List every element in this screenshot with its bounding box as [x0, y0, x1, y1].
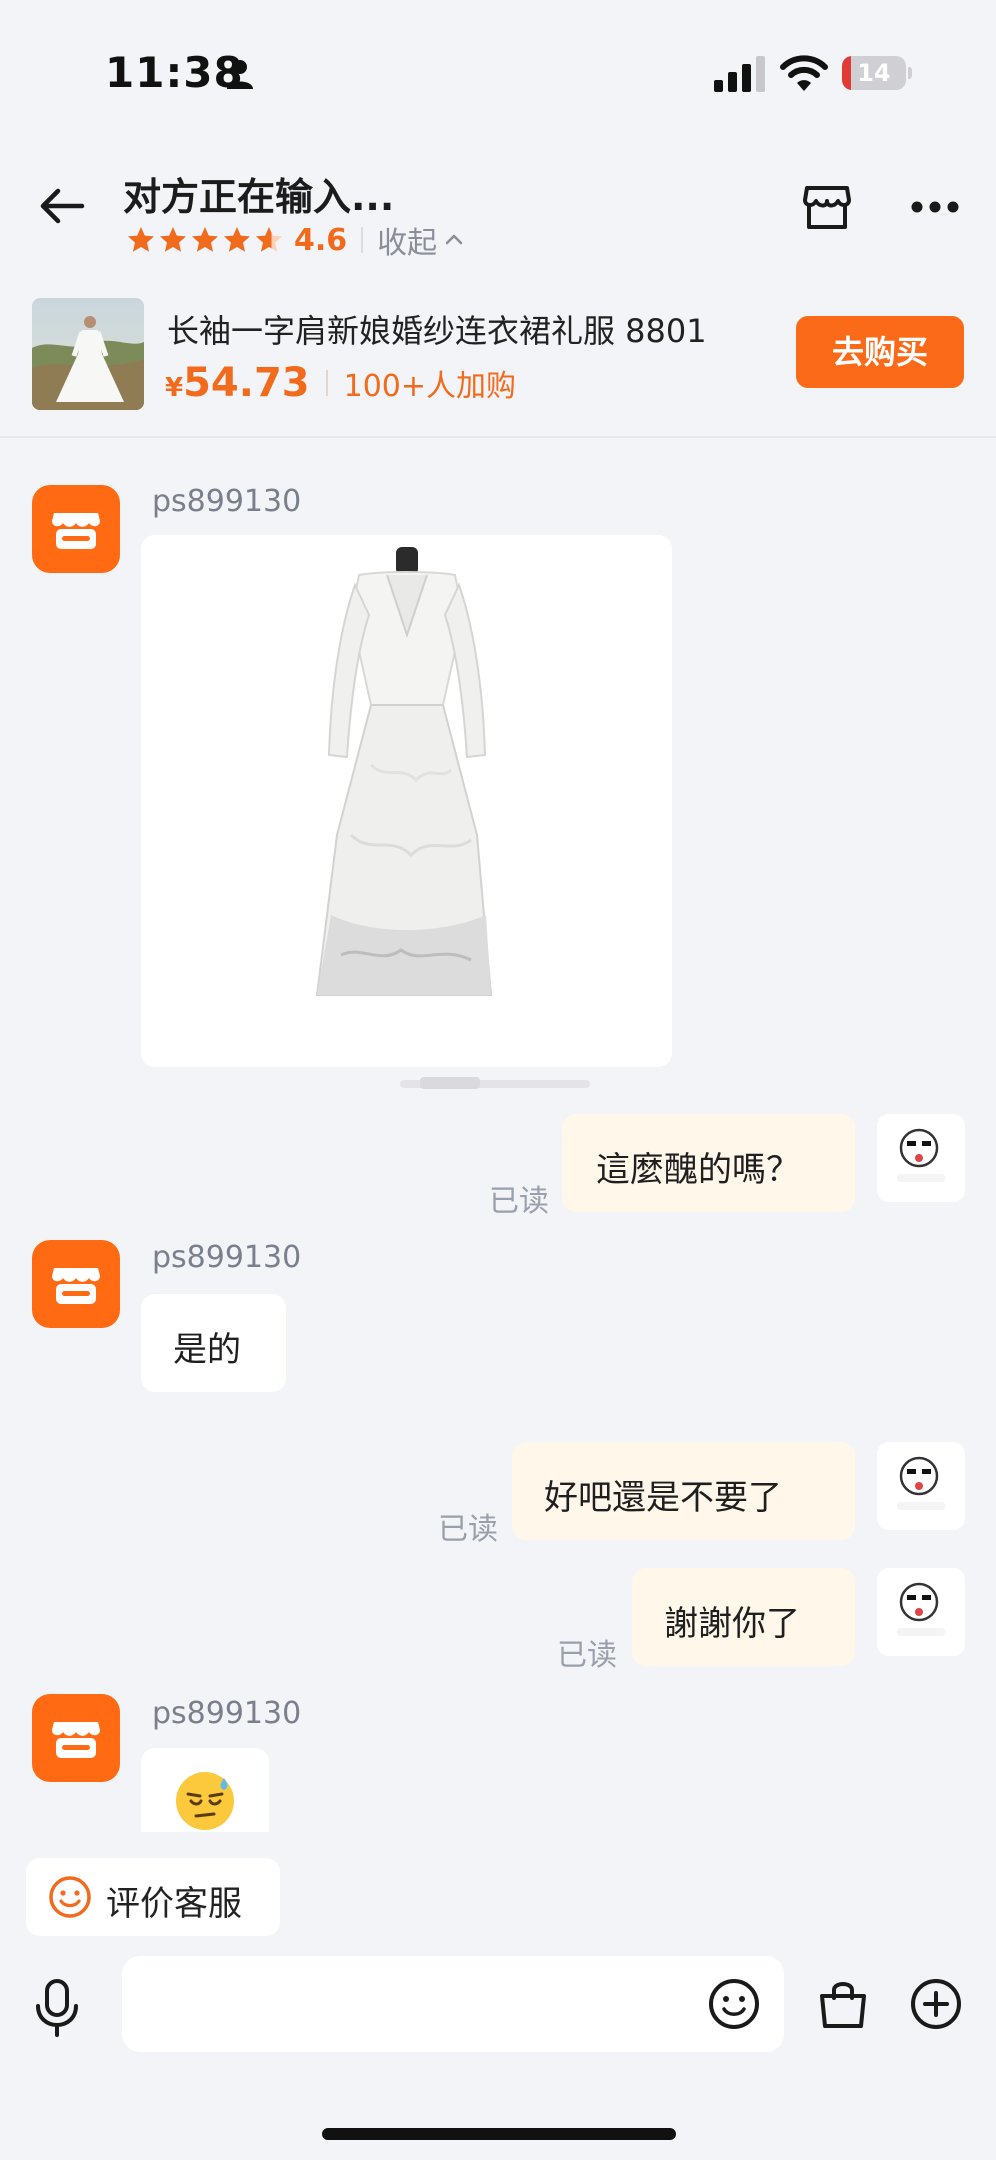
cart-count: 100+人加购: [343, 369, 517, 404]
more-options-icon[interactable]: [910, 200, 960, 214]
rating-value: 4.6: [294, 222, 348, 258]
wedding-dress-image[interactable]: [141, 535, 672, 1067]
star-icon: [224, 227, 250, 252]
message-input[interactable]: [122, 1956, 784, 2052]
star-icon: [128, 227, 154, 252]
shop-logo-icon: [52, 1722, 100, 1758]
product-title[interactable]: 长袖一字肩新娘婚纱连衣裙礼服 8801: [167, 306, 707, 352]
rate-service-button[interactable]: 评价客服: [26, 1858, 280, 1936]
cellular-signal-icon: [714, 56, 765, 92]
sender-name: ps899130: [152, 1240, 302, 1275]
message-bubble-in[interactable]: [141, 1748, 269, 1832]
shop-logo-icon: [52, 1268, 100, 1304]
message-text: 這麼醜的嗎？: [596, 1150, 800, 1190]
user-avatar[interactable]: [877, 1568, 965, 1656]
smiley-icon: [49, 1876, 91, 1918]
shop-avatar[interactable]: [32, 485, 120, 573]
product-price: 54.73: [183, 360, 310, 406]
battery-percentage: 14: [857, 59, 891, 87]
star-icon: [160, 227, 186, 252]
user-avatar-icon: [897, 1128, 945, 1182]
shop-avatar[interactable]: [32, 1240, 120, 1328]
user-avatar-icon: [897, 1456, 945, 1510]
wifi-icon: [780, 55, 828, 91]
chevron-up-icon: [445, 234, 463, 245]
message-text: 謝謝你了: [664, 1604, 800, 1644]
rate-service-label: 评价客服: [106, 1884, 242, 1924]
read-receipt: 已读: [557, 1638, 617, 1673]
user-avatar-icon: [897, 1582, 945, 1636]
shop-avatar[interactable]: [32, 1694, 120, 1782]
message-bubble-out[interactable]: 謝謝你了: [632, 1568, 855, 1666]
emoji-icon[interactable]: [708, 1978, 760, 2030]
back-arrow-icon[interactable]: [36, 180, 88, 232]
shop-rating: 4.6 收起: [126, 218, 465, 262]
rating-stars: [126, 225, 284, 255]
plus-icon[interactable]: [910, 1978, 962, 2030]
star-icon: [192, 227, 218, 252]
store-icon[interactable]: [800, 180, 854, 234]
shopping-bag-icon[interactable]: [816, 1978, 870, 2030]
status-bar: 11:38 14: [0, 0, 996, 150]
buy-button[interactable]: 去购买: [796, 316, 964, 388]
blurred-caption: [400, 1077, 590, 1089]
user-avatar[interactable]: [877, 1442, 965, 1530]
currency-symbol: ¥: [165, 373, 184, 403]
input-bar: [0, 1948, 996, 2160]
sweat-smile-emoji-icon: [176, 1772, 234, 1830]
sender-name: ps899130: [152, 484, 302, 519]
sender-name: ps899130: [152, 1696, 302, 1731]
message-bubble-out[interactable]: 好吧還是不要了: [512, 1442, 855, 1540]
price-row: ¥ 54.73 100+人加购: [165, 360, 516, 406]
chat-header: 对方正在输入... 4.6 收起: [0, 150, 996, 278]
battery-indicator: 14: [842, 56, 912, 90]
collapse-button[interactable]: 收起: [377, 218, 437, 262]
product-card[interactable]: 长袖一字肩新娘婚纱连衣裙礼服 8801 ¥ 54.73 100+人加购 去购买: [0, 278, 996, 438]
product-image-message[interactable]: [141, 535, 672, 1067]
read-receipt: 已读: [489, 1184, 549, 1219]
chat-title: 对方正在输入...: [123, 175, 395, 219]
message-text: 是的: [173, 1330, 241, 1370]
person-icon: [227, 60, 253, 89]
message-bubble-in[interactable]: 是的: [141, 1294, 286, 1392]
microphone-icon[interactable]: [32, 1978, 82, 2038]
home-indicator: [322, 2128, 676, 2140]
star-icon: [256, 227, 282, 252]
read-receipt: 已读: [438, 1512, 498, 1547]
shop-logo-icon: [52, 513, 100, 549]
user-avatar[interactable]: [877, 1114, 965, 1202]
product-thumbnail[interactable]: [32, 298, 144, 410]
message-text: 好吧還是不要了: [544, 1478, 782, 1518]
message-bubble-out[interactable]: 這麼醜的嗎？: [562, 1114, 855, 1212]
status-time: 11:38: [105, 48, 244, 97]
